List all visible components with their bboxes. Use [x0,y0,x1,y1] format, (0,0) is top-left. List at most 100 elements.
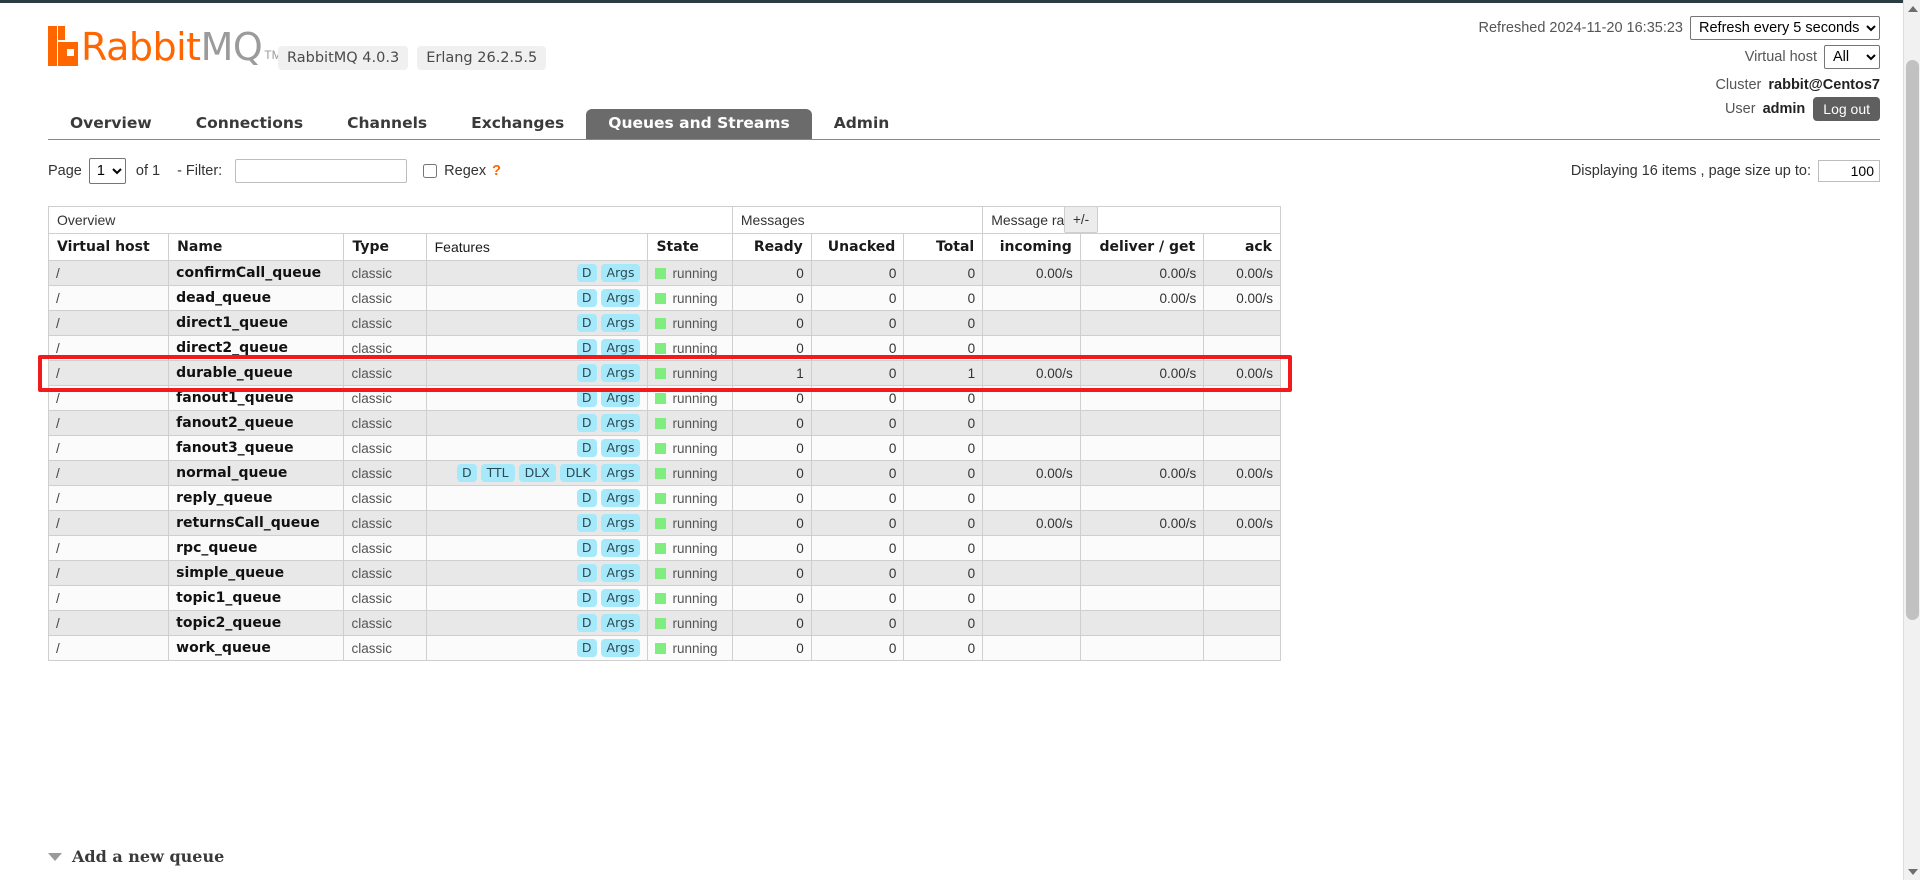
feature-badge-args: Args [600,564,641,582]
table-row[interactable]: / reply_queue classic D Args running 0 0 0 [47,485,1281,511]
cell-features: D Args [425,385,649,411]
tab-queues-and-streams[interactable]: Queues and Streams [586,109,812,139]
cell-queue-name[interactable]: returnsCall_queue [168,510,345,536]
table-row[interactable]: / work_queue classic D Args running 0 0 0 [47,635,1281,661]
logo-text-rabbit: Rabbit [81,25,201,69]
column-header-type[interactable]: Type [343,233,427,261]
table-row[interactable]: / topic1_queue classic D Args running 0 0 0 [47,585,1281,611]
page-scrollbar[interactable] [1903,0,1920,880]
cell-virtual-host: / [47,560,170,586]
page-number-select[interactable]: 1 [88,158,126,184]
cell-queue-name[interactable]: fanout1_queue [168,385,345,411]
column-header-virtual-host[interactable]: Virtual host [47,233,170,261]
cell-queue-name[interactable]: dead_queue [168,285,345,311]
pagination-info: Displaying 16 items , page size up to: [1571,160,1880,182]
page-content: RabbitMQ TM RabbitMQ 4.0.3 Erlang 26.2.5… [0,0,1903,880]
cell-ack [1203,610,1281,636]
scroll-up-arrow-icon[interactable] [1904,0,1920,17]
cell-queue-name[interactable]: direct2_queue [168,335,345,361]
table-row[interactable]: / fanout2_queue classic D Args running 0 0 0 [47,410,1281,436]
column-header-deliver-get[interactable]: deliver / get [1079,233,1205,261]
cell-features: D Args [425,285,649,311]
rabbitmq-logo[interactable]: RabbitMQ TM [48,26,282,66]
cell-virtual-host: / [47,635,170,661]
table-row[interactable]: / durable_queue classic D Args running 1 0 1 0.00… [47,360,1281,386]
cell-incoming: 0.00/s [982,360,1081,386]
cell-deliver-get: 0.00/s [1079,285,1205,311]
cell-total: 0 [903,435,984,461]
tab-channels[interactable]: Channels [325,109,449,139]
feature-badge-args: Args [600,439,641,457]
scroll-down-arrow-icon[interactable] [1904,863,1920,880]
cell-ack [1203,635,1281,661]
cell-ready: 0 [731,410,812,436]
tab-admin[interactable]: Admin [812,109,912,139]
cell-queue-name[interactable]: normal_queue [168,460,345,486]
cell-queue-name[interactable]: durable_queue [168,360,345,386]
cell-virtual-host: / [47,385,170,411]
state-label: running [672,390,718,406]
state-label: running [672,315,718,331]
cell-virtual-host: / [47,260,170,286]
cell-total: 0 [903,535,984,561]
column-header-total[interactable]: Total [903,233,984,261]
cell-features: D Args [425,585,649,611]
table-row[interactable]: / topic2_queue classic D Args running 0 0 0 [47,610,1281,636]
cell-unacked: 0 [810,635,905,661]
tab-connections[interactable]: Connections [174,109,325,139]
column-header-ready[interactable]: Ready [731,233,812,261]
toggle-columns-button[interactable]: +/- [1064,206,1099,233]
feature-badge-args: Args [600,589,641,607]
cell-queue-name[interactable]: rpc_queue [168,535,345,561]
cell-queue-name[interactable]: confirmCall_queue [168,260,345,286]
regex-toggle-group: Regex ? [423,163,501,179]
cell-queue-type: classic [343,585,427,611]
filter-input[interactable] [235,159,408,183]
cell-queue-name[interactable]: work_queue [168,635,345,661]
page-size-input[interactable] [1818,160,1880,182]
page-total-label: of 1 [135,163,161,179]
column-header-incoming[interactable]: incoming [982,233,1081,261]
state-indicator-icon [655,467,667,479]
cell-state: running [647,385,733,411]
table-row[interactable]: / fanout3_queue classic D Args running 0 0 0 [47,435,1281,461]
regex-help-icon[interactable]: ? [492,163,501,179]
table-row[interactable]: / normal_queue classic D TTL DLX DLK Args runnin… [47,460,1281,486]
cell-ack [1203,535,1281,561]
cell-unacked: 0 [810,260,905,286]
table-row[interactable]: / confirmCall_queue classic D Args running 0 0 0… [47,260,1281,286]
refresh-interval-select[interactable]: Refresh every 5 seconds [1690,16,1880,40]
state-label: running [672,540,718,556]
version-badges: RabbitMQ 4.0.3 Erlang 26.2.5.5 [278,46,547,70]
tab-exchanges[interactable]: Exchanges [449,109,586,139]
table-row[interactable]: / returnsCall_queue classic D Args running 0 0 0… [47,510,1281,536]
column-header-state[interactable]: State [647,233,733,261]
cell-deliver-get [1079,610,1205,636]
column-header-name[interactable]: Name [168,233,345,261]
cell-ready: 0 [731,585,812,611]
cell-unacked: 0 [810,285,905,311]
cell-deliver-get: 0.00/s [1079,510,1205,536]
column-header-ack[interactable]: ack [1203,233,1281,261]
cell-queue-name[interactable]: topic1_queue [168,585,345,611]
cell-queue-name[interactable]: simple_queue [168,560,345,586]
table-row[interactable]: / fanout1_queue classic D Args running 0 0 0 [47,385,1281,411]
table-row[interactable]: / rpc_queue classic D Args running 0 0 0 [47,535,1281,561]
vhost-select[interactable]: All [1824,45,1880,69]
column-header-unacked[interactable]: Unacked [810,233,905,261]
cell-ready: 0 [731,260,812,286]
cell-queue-name[interactable]: fanout2_queue [168,410,345,436]
table-row[interactable]: / simple_queue classic D Args running 0 0 0 [47,560,1281,586]
cell-queue-name[interactable]: direct1_queue [168,310,345,336]
regex-checkbox[interactable] [423,164,438,178]
table-row[interactable]: / direct1_queue classic D Args running 0 0 0 [47,310,1281,336]
cell-queue-name[interactable]: topic2_queue [168,610,345,636]
table-row[interactable]: / direct2_queue classic D Args running 0 0 0 [47,335,1281,361]
scrollbar-thumb[interactable] [1906,60,1919,620]
table-row[interactable]: / dead_queue classic D Args running 0 0 0 0.00/s 0… [47,285,1281,311]
erlang-version-badge: Erlang 26.2.5.5 [417,46,547,70]
add-new-queue-section[interactable]: Add a new queue [48,847,224,866]
cell-queue-name[interactable]: fanout3_queue [168,435,345,461]
cell-queue-name[interactable]: reply_queue [168,485,345,511]
tab-overview[interactable]: Overview [48,109,174,139]
